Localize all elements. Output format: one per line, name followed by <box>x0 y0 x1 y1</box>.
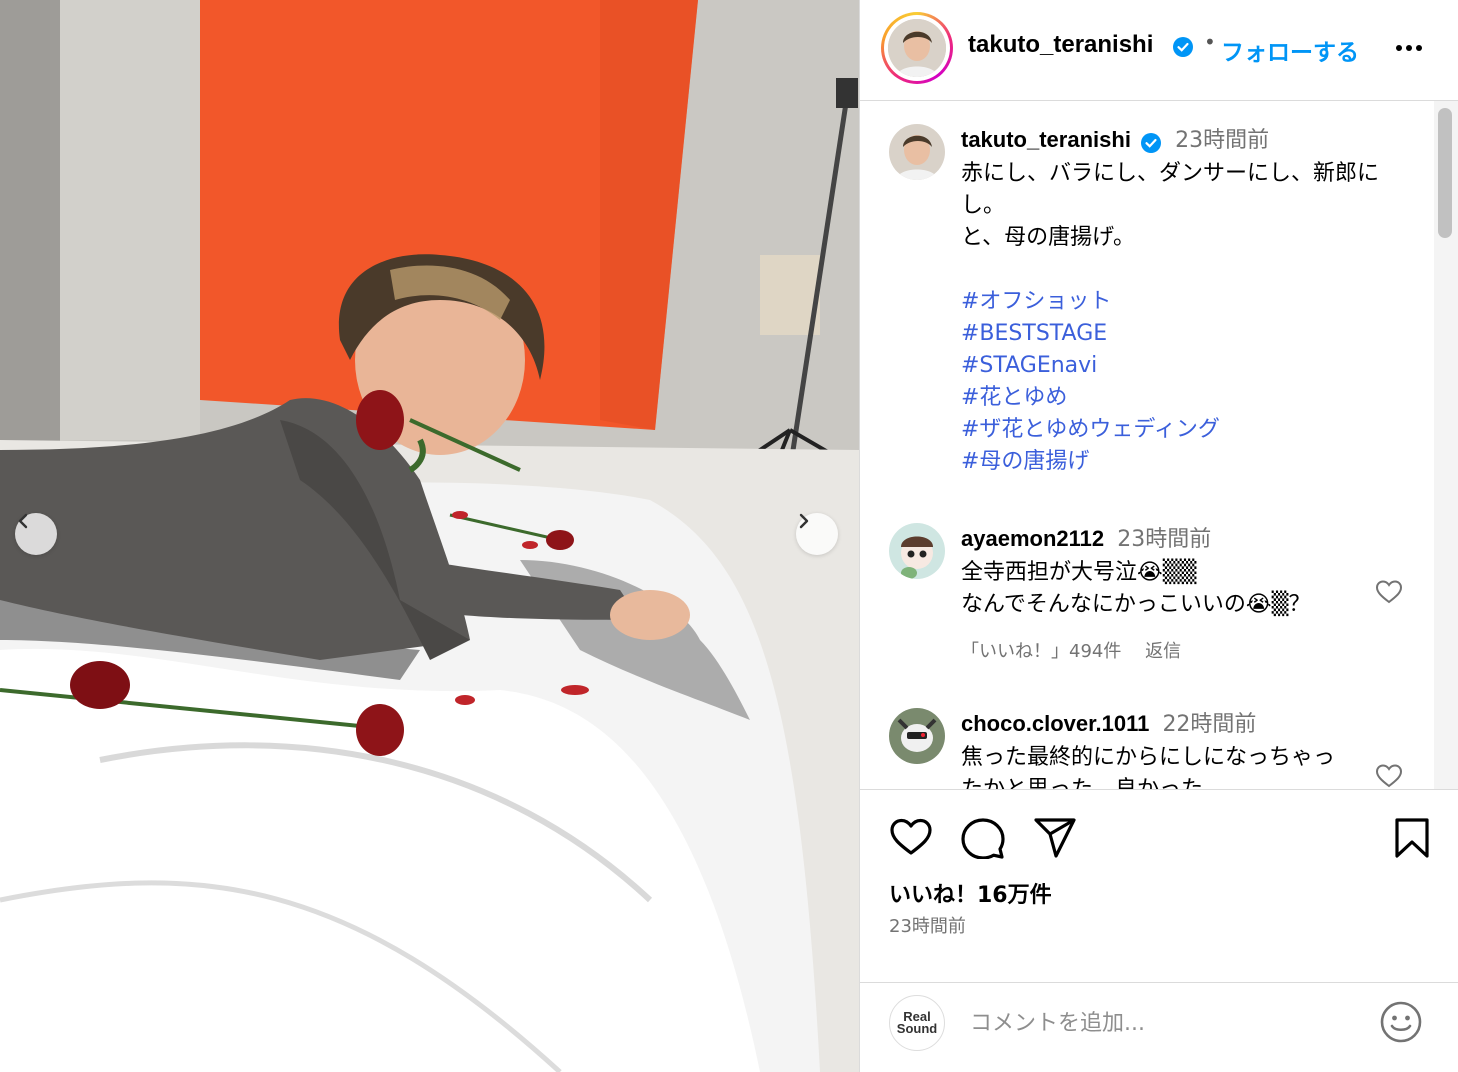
comment-input[interactable] <box>970 1003 1350 1043</box>
carousel-dot <box>477 1035 487 1045</box>
hashtag-link[interactable]: #母の唐揚げ <box>961 446 1411 478</box>
post-side-panel: takuto_teranishi • フォローする takuto_teranis… <box>859 0 1458 1072</box>
comment-line: 全寺西担が大号泣😭▒▒ <box>961 560 1197 585</box>
comment-line: 焦った最終的にからにしになっちゃっ <box>961 745 1336 770</box>
hashtag-link[interactable]: #BESTSTAGE <box>961 318 1411 350</box>
avatar-portrait <box>889 124 945 180</box>
photo-illustration <box>0 0 859 1072</box>
like-count[interactable]: いいね！16万件 <box>889 877 1052 909</box>
header-username[interactable]: takuto_teranishi <box>968 31 1153 59</box>
logo-text: Sound <box>896 1021 938 1036</box>
next-photo-button[interactable] <box>796 513 838 555</box>
avatar-portrait <box>889 523 945 579</box>
share-send-icon[interactable] <box>1033 817 1077 859</box>
hashtag-link[interactable]: #花とゆめ <box>961 382 1411 414</box>
save-bookmark-icon[interactable] <box>1394 817 1430 859</box>
post-actions: いいね！16万件 23時間前 <box>860 789 1458 983</box>
caption-line: と、母の唐揚げ。 <box>961 225 1136 250</box>
emoji-icon[interactable] <box>1378 999 1424 1045</box>
comment-time[interactable]: 22時間前 <box>1162 712 1256 737</box>
comment-time[interactable]: 23時間前 <box>1117 527 1211 552</box>
carousel-dot <box>426 1035 436 1045</box>
caption-avatar[interactable] <box>889 124 945 180</box>
hashtag-link[interactable]: #STAGEnavi <box>961 350 1411 382</box>
carousel-dot <box>443 1035 453 1045</box>
caption-line: 赤にし、バラにし、ダンサーにし、新郎に <box>961 161 1380 186</box>
verified-badge-icon <box>1173 37 1193 57</box>
comment-like-count[interactable]: 「いいね！」494件 <box>961 641 1121 662</box>
comment-line: なんでそんなにかっこいいの😭▒？ <box>961 592 1311 617</box>
comment-username[interactable]: ayaemon2112 <box>961 526 1104 551</box>
like-heart-icon[interactable] <box>889 817 933 857</box>
avatar <box>888 19 946 77</box>
caption-line: し。 <box>961 193 1006 218</box>
comments-list[interactable]: takuto_teranishi 23時間前 赤にし、バラにし、ダンサーにし、新… <box>860 101 1458 789</box>
verified-badge-icon <box>1141 132 1162 153</box>
hashtag-link[interactable]: #ザ花とゆめウェディング <box>961 414 1411 446</box>
post-header: takuto_teranishi • フォローする <box>860 0 1458 101</box>
follow-button[interactable]: フォローする <box>1221 33 1359 67</box>
caption-username[interactable]: takuto_teranishi <box>961 127 1131 152</box>
current-user-avatar[interactable]: Real Sound <box>889 995 945 1051</box>
post-time[interactable]: 23時間前 <box>889 912 966 938</box>
carousel-dot <box>358 1035 368 1045</box>
carousel-dot <box>409 1035 419 1045</box>
more-options-icon[interactable] <box>1394 36 1424 60</box>
story-ring[interactable] <box>881 12 953 84</box>
commenter-avatar[interactable] <box>889 523 945 579</box>
heart-icon[interactable] <box>1375 579 1403 605</box>
post-photo[interactable] <box>0 0 859 1072</box>
avatar-portrait <box>888 19 946 77</box>
header-separator: • <box>1204 30 1216 54</box>
comment-username[interactable]: choco.clover.1011 <box>961 711 1149 736</box>
heart-icon[interactable] <box>1375 763 1403 789</box>
chevron-right-icon <box>799 513 809 529</box>
previous-photo-button[interactable] <box>15 513 57 555</box>
carousel-dot <box>375 1035 385 1045</box>
carousel-dots <box>358 1035 487 1045</box>
carousel-dot <box>392 1035 402 1045</box>
avatar-portrait <box>889 708 945 764</box>
comment-line: たかと思った、良かった <box>961 774 1411 789</box>
add-comment-bar: Real Sound <box>860 983 1458 1072</box>
hashtag-link[interactable]: #オフショット <box>961 286 1411 318</box>
caption-time[interactable]: 23時間前 <box>1175 128 1269 153</box>
carousel-dot <box>460 1035 470 1045</box>
commenter-avatar[interactable] <box>889 708 945 764</box>
chevron-left-icon <box>18 513 28 529</box>
comment-icon[interactable] <box>961 817 1005 859</box>
reply-button[interactable]: 返信 <box>1145 641 1181 662</box>
